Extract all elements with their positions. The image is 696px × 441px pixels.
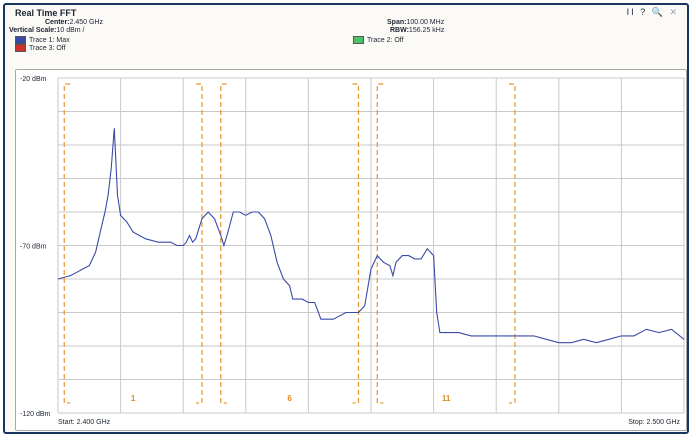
close-icon[interactable]: ✕ (669, 7, 679, 17)
vscale-value: 10 dBm / (56, 27, 85, 34)
start-frequency-label: Start: 2.400 GHz (58, 419, 111, 426)
channel-label: 6 (287, 394, 292, 403)
rbw-value: 156.25 kHz (408, 27, 445, 34)
center-label: Center: (45, 19, 70, 26)
trace1-label: Trace 1: Max (29, 36, 70, 44)
trace1-legend[interactable]: Trace 1: Max (15, 36, 70, 44)
channel-bracket-right (195, 83, 203, 404)
channel-bracket-left (376, 83, 384, 404)
trace3-legend[interactable]: Trace 3: Off (15, 44, 66, 52)
span-setting: Span:100.00 MHz (387, 19, 444, 26)
trace2-label: Trace 2: Off (367, 36, 404, 44)
vscale-label: Vertical Scale: (9, 27, 57, 34)
trace2-legend[interactable]: Trace 2: Off (353, 36, 404, 44)
help-icon[interactable]: ? (640, 7, 647, 17)
channel-bracket-right (352, 83, 360, 404)
settings-panel: Center:2.450 GHz Vertical Scale:10 dBm /… (9, 19, 683, 67)
center-setting: Center:2.450 GHz (45, 19, 103, 26)
trace3-swatch (15, 44, 26, 52)
channel-bracket-left (63, 83, 71, 404)
channel-label: 11 (442, 394, 451, 403)
rbw-label: RBW: (390, 27, 409, 34)
channel-label: 1 (131, 394, 136, 403)
center-value: 2.450 GHz (69, 19, 103, 26)
trace3-label: Trace 3: Off (29, 44, 66, 52)
rbw-setting: RBW:156.25 kHz (390, 27, 444, 34)
vscale-setting: Vertical Scale:10 dBm / (9, 27, 85, 34)
pause-icon[interactable]: II (627, 7, 636, 17)
span-value: 100.00 MHz (406, 19, 445, 26)
trace2-swatch (353, 36, 364, 44)
y-tick-label: -120 dBm (20, 411, 51, 418)
spectrum-plot[interactable]: -20 dBm -70 dBm -120 dBm Start: 2.400 GHz St… (15, 69, 687, 431)
channel-bracket-right (508, 83, 516, 404)
span-label: Span: (387, 19, 407, 26)
window-title: Real Time FFT (15, 8, 77, 18)
y-tick-label: -20 dBm (20, 76, 47, 83)
trace1-swatch (15, 36, 26, 44)
window-controls: II ? 🔍 ✕ (627, 7, 679, 18)
spectrum-svg: -20 dBm -70 dBm -120 dBm Start: 2.400 GHz St… (20, 76, 685, 426)
rtfft-window: Real Time FFT II ? 🔍 ✕ Center:2.450 GHz … (3, 3, 689, 434)
y-tick-label: -70 dBm (20, 244, 47, 251)
zoom-icon[interactable]: 🔍 (652, 7, 665, 17)
stop-frequency-label: Stop: 2.500 GHz (628, 419, 680, 426)
